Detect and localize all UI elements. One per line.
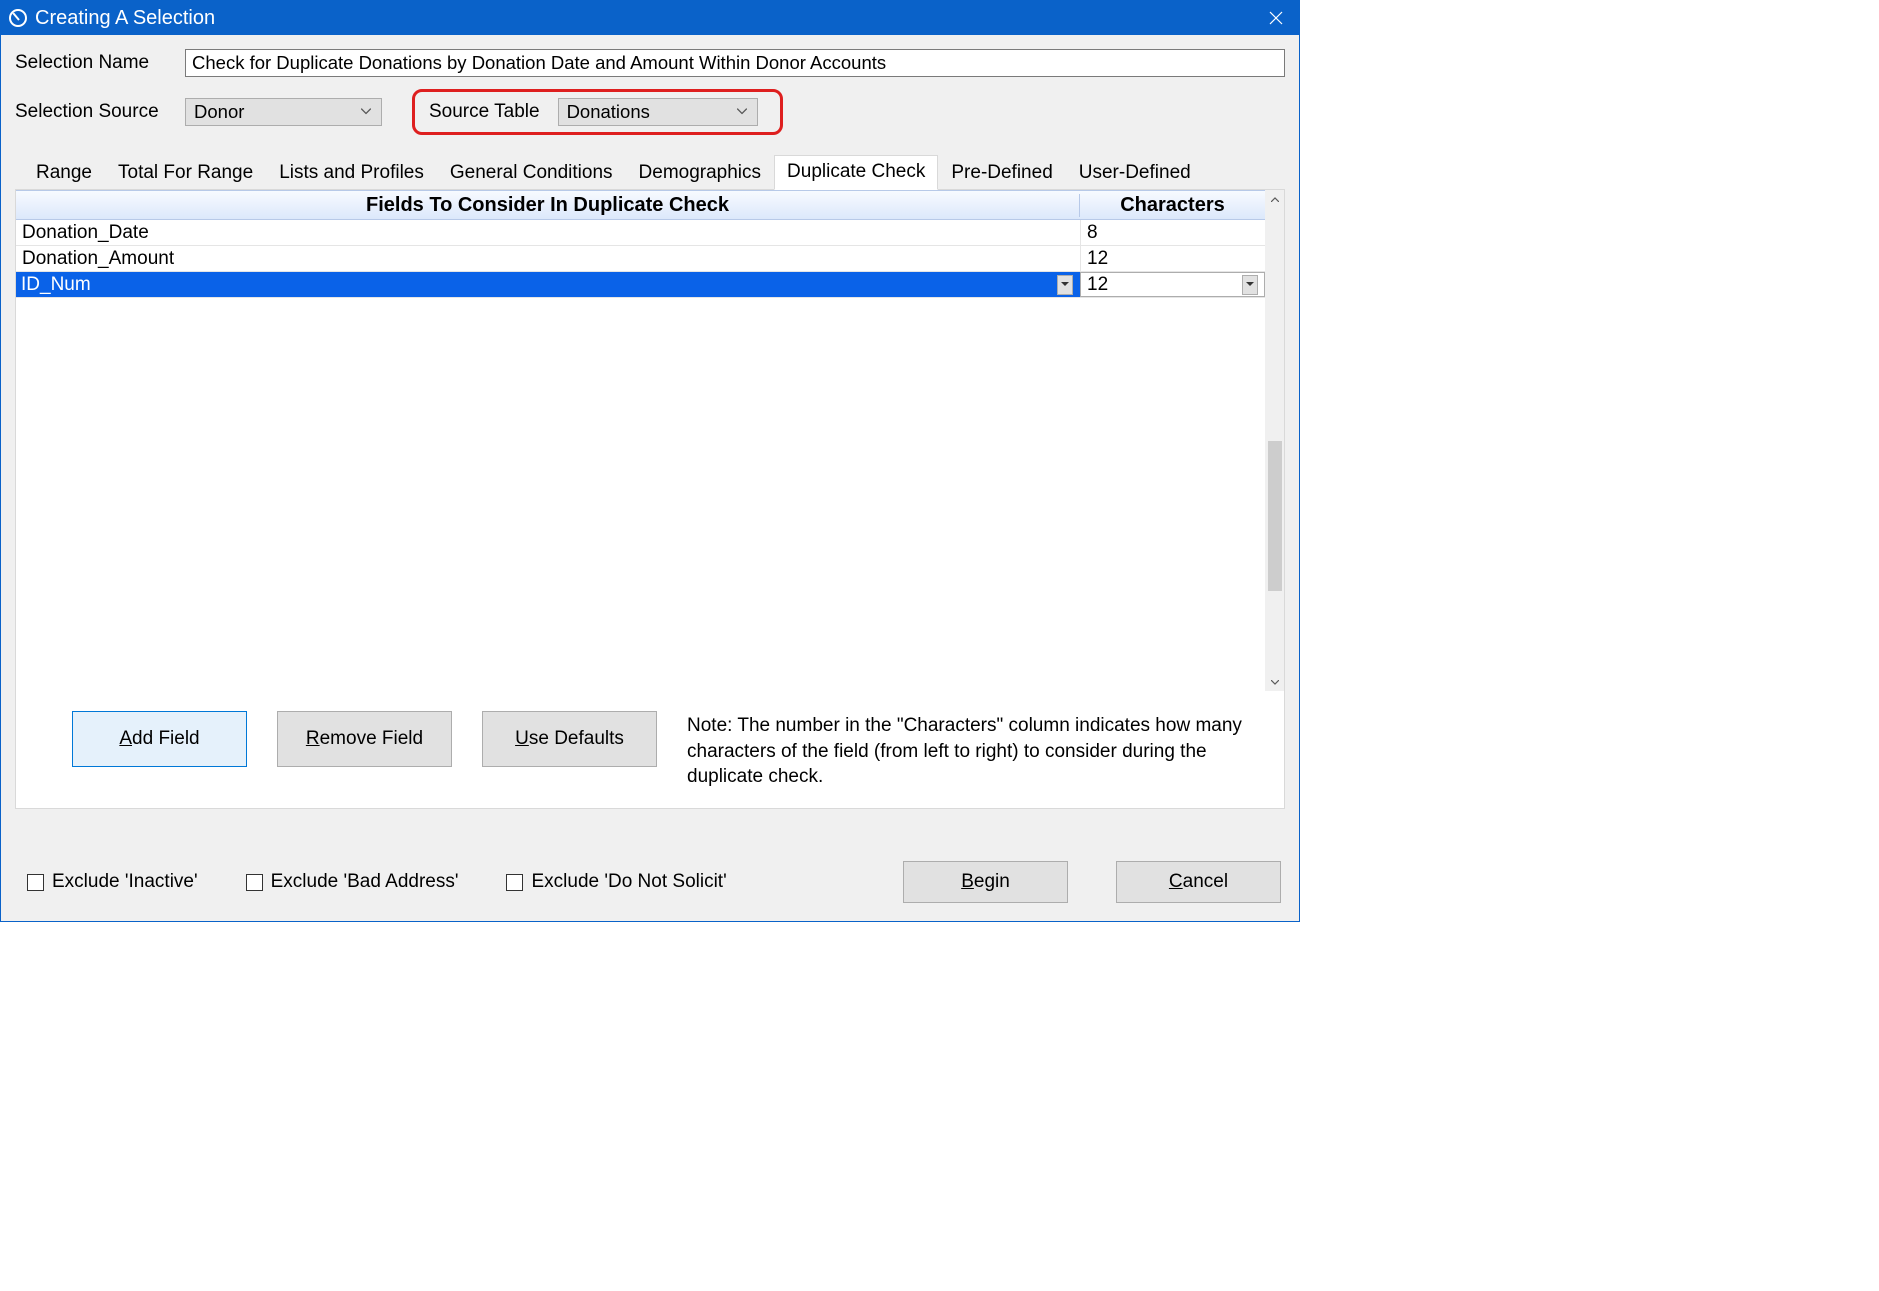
- tab-duplicate-check[interactable]: Duplicate Check: [774, 155, 938, 190]
- checkbox-box: [506, 874, 523, 891]
- close-icon: [1269, 11, 1283, 25]
- checkbox-box: [246, 874, 263, 891]
- exclude-bad-address-label: Exclude 'Bad Address': [271, 871, 459, 893]
- scroll-up-icon[interactable]: [1266, 190, 1284, 208]
- cancel-button[interactable]: Cancel: [1116, 861, 1281, 903]
- exclude-do-not-solicit-checkbox[interactable]: Exclude 'Do Not Solicit': [506, 871, 726, 893]
- cell-field: Donation_Date: [22, 222, 149, 244]
- tab-demographics[interactable]: Demographics: [626, 156, 775, 190]
- cell-chars: 12: [1087, 248, 1108, 270]
- use-defaults-button[interactable]: Use Defaults: [482, 711, 657, 767]
- col-header-characters[interactable]: Characters: [1080, 194, 1265, 217]
- remove-field-button[interactable]: Remove Field: [277, 711, 452, 767]
- source-table-callout: Source Table Donations: [412, 89, 783, 135]
- chevron-down-icon: [1061, 282, 1069, 287]
- selection-source-value: Donor: [194, 101, 244, 123]
- tab-lists-and-profiles[interactable]: Lists and Profiles: [266, 156, 437, 190]
- tab-pre-defined[interactable]: Pre-Defined: [938, 156, 1065, 190]
- source-table-value: Donations: [567, 101, 650, 123]
- cell-chars: 12: [1087, 274, 1108, 296]
- field-cell-dropdown[interactable]: [1057, 275, 1073, 295]
- grid-scrollbar[interactable]: [1266, 190, 1284, 691]
- app-icon: [9, 9, 27, 27]
- tab-range[interactable]: Range: [23, 156, 105, 190]
- col-header-fields[interactable]: Fields To Consider In Duplicate Check: [16, 194, 1080, 217]
- dialog-window: Creating A Selection Selection Name Sele…: [0, 0, 1300, 922]
- scroll-thumb[interactable]: [1268, 441, 1282, 591]
- duplicate-check-panel: Fields To Consider In Duplicate Check Ch…: [15, 189, 1285, 809]
- table-row[interactable]: Donation_Date 8: [16, 220, 1265, 246]
- cell-field: Donation_Amount: [22, 248, 174, 270]
- selection-source-label: Selection Source: [15, 101, 185, 123]
- add-field-button[interactable]: Add Field: [72, 711, 247, 767]
- exclude-inactive-label: Exclude 'Inactive': [52, 871, 198, 893]
- exclude-do-not-solicit-label: Exclude 'Do Not Solicit': [531, 871, 726, 893]
- table-row[interactable]: Donation_Amount 12: [16, 246, 1265, 272]
- selection-name-label: Selection Name: [15, 52, 185, 74]
- grid-header: Fields To Consider In Duplicate Check Ch…: [16, 190, 1265, 220]
- cell-chars: 8: [1087, 222, 1098, 244]
- tab-general-conditions[interactable]: General Conditions: [437, 156, 626, 190]
- begin-button[interactable]: Begin: [903, 861, 1068, 903]
- selection-name-input[interactable]: [185, 49, 1285, 77]
- grid-wrap: Fields To Consider In Duplicate Check Ch…: [16, 190, 1284, 691]
- scroll-track[interactable]: [1266, 208, 1284, 673]
- characters-note: Note: The number in the "Characters" col…: [687, 711, 1272, 790]
- tab-user-defined[interactable]: User-Defined: [1066, 156, 1204, 190]
- checkbox-box: [27, 874, 44, 891]
- source-table-label: Source Table: [429, 101, 540, 123]
- tabstrip: Range Total For Range Lists and Profiles…: [15, 157, 1285, 189]
- exclude-bad-address-checkbox[interactable]: Exclude 'Bad Address': [246, 871, 459, 893]
- scroll-down-icon[interactable]: [1266, 673, 1284, 691]
- chevron-down-icon: [737, 108, 747, 114]
- footer-row: Exclude 'Inactive' Exclude 'Bad Address'…: [15, 847, 1285, 903]
- tab-total-for-range[interactable]: Total For Range: [105, 156, 266, 190]
- titlebar: Creating A Selection: [1, 1, 1299, 35]
- chevron-down-icon: [361, 108, 371, 114]
- chars-cell-dropdown[interactable]: [1242, 275, 1258, 295]
- fields-grid: Fields To Consider In Duplicate Check Ch…: [16, 190, 1266, 691]
- selection-name-row: Selection Name: [15, 49, 1285, 77]
- source-table-combo[interactable]: Donations: [558, 98, 758, 126]
- selection-source-row: Selection Source Donor Source Table Dona…: [15, 89, 1285, 135]
- selection-source-combo[interactable]: Donor: [185, 98, 382, 126]
- panel-bottom-row: Add Field Remove Field Use Defaults Note…: [16, 691, 1284, 808]
- table-row[interactable]: ID_Num 12: [16, 272, 1265, 298]
- window-title: Creating A Selection: [35, 7, 215, 30]
- chevron-down-icon: [1246, 282, 1254, 287]
- exclude-inactive-checkbox[interactable]: Exclude 'Inactive': [27, 871, 198, 893]
- close-button[interactable]: [1253, 1, 1299, 35]
- client-area: Selection Name Selection Source Donor So…: [1, 35, 1299, 921]
- cell-field: ID_Num: [21, 274, 91, 296]
